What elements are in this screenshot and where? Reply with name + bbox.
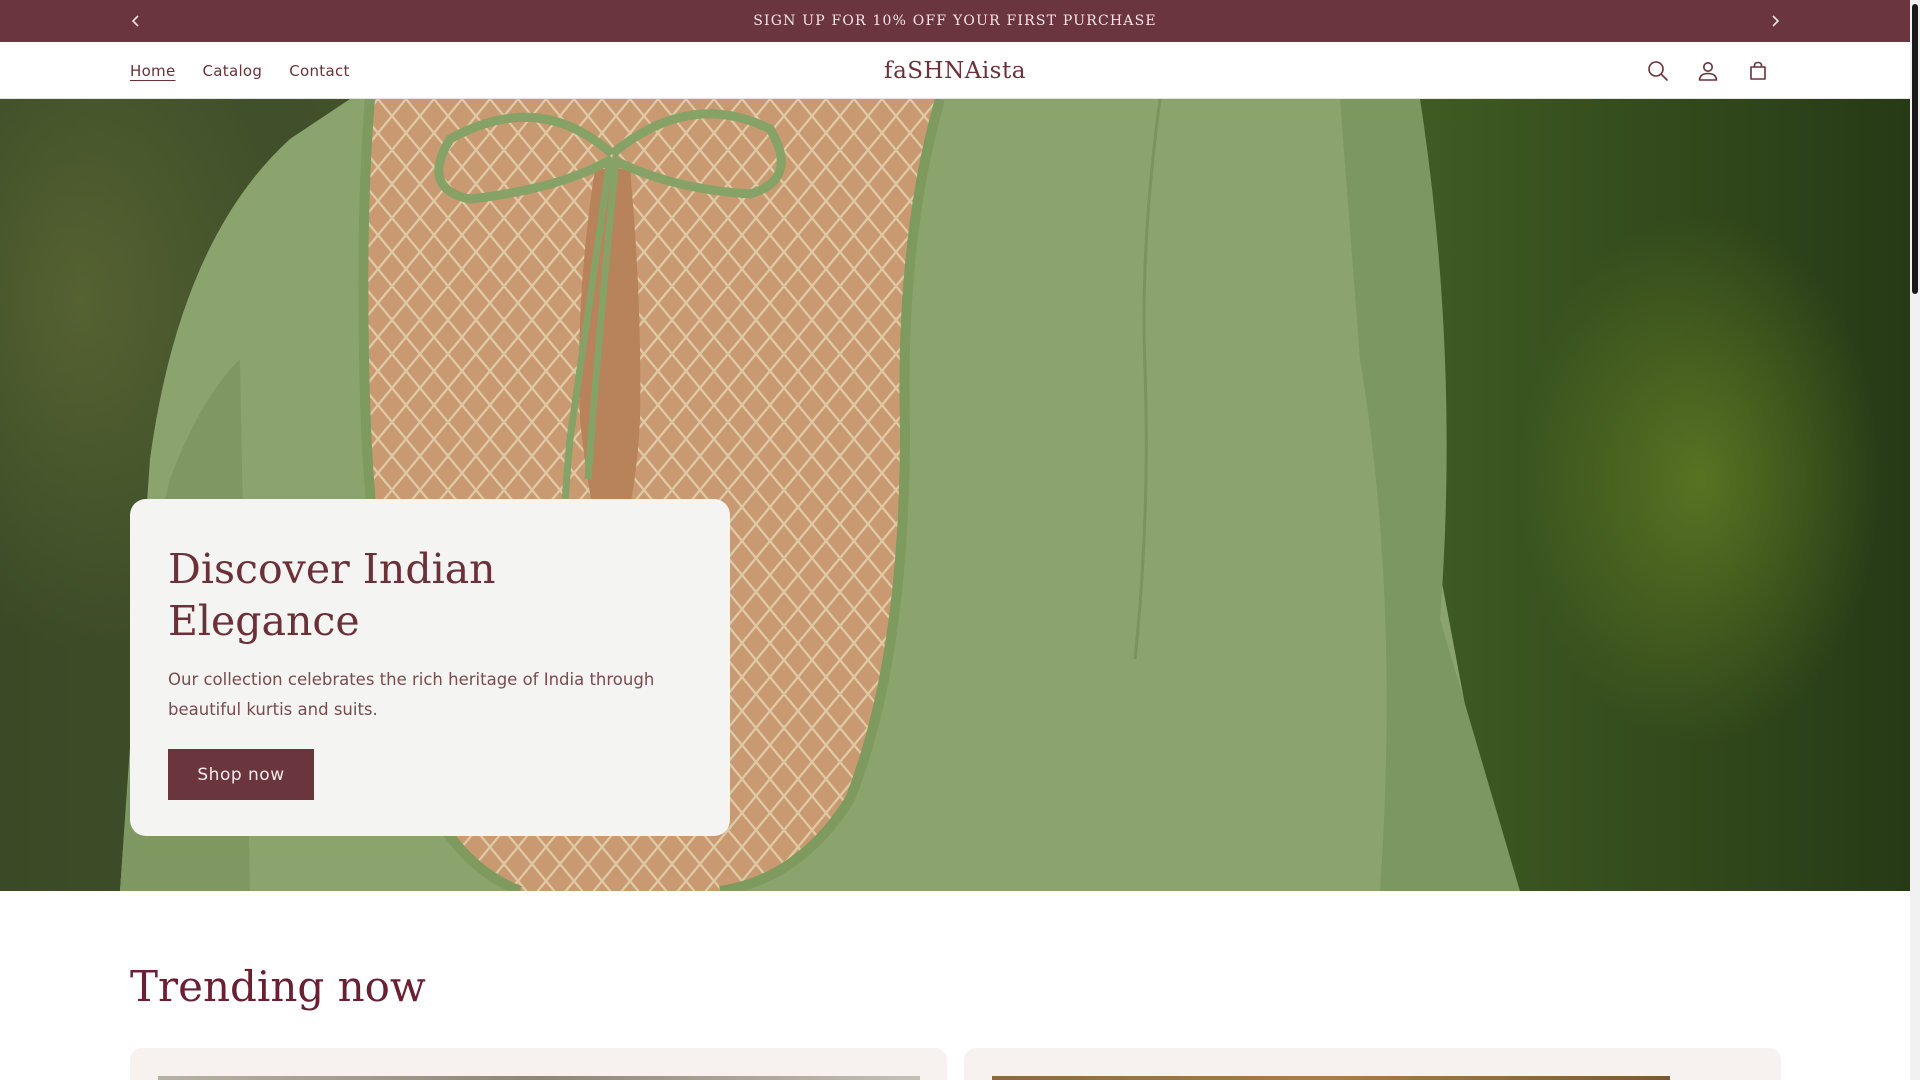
trending-heading: Trending now bbox=[130, 962, 426, 1011]
product-image[interactable] bbox=[992, 1076, 1670, 1080]
product-card[interactable] bbox=[964, 1048, 1781, 1080]
main-nav: Home Catalog Contact bbox=[130, 42, 350, 99]
account-button[interactable] bbox=[1693, 56, 1723, 86]
shop-now-button[interactable]: Shop now bbox=[168, 749, 314, 800]
account-icon bbox=[1698, 61, 1718, 81]
product-image[interactable] bbox=[158, 1076, 920, 1080]
search-button[interactable] bbox=[1643, 56, 1673, 86]
site-header: Home Catalog Contact faSHNAista bbox=[0, 42, 1910, 99]
chevron-left-icon bbox=[131, 15, 139, 27]
nav-catalog-link[interactable]: Catalog bbox=[203, 62, 263, 80]
product-card[interactable] bbox=[130, 1048, 947, 1080]
announcement-bar: SIGN UP FOR 10% OFF YOUR FIRST PURCHASE bbox=[0, 0, 1910, 42]
hero-title: Discover Indian Elegance bbox=[168, 545, 496, 645]
chevron-right-icon bbox=[1772, 15, 1780, 27]
announcement-prev-button[interactable] bbox=[126, 11, 146, 31]
search-icon bbox=[1648, 60, 1668, 81]
nav-contact-link[interactable]: Contact bbox=[289, 62, 349, 80]
header-icons bbox=[1643, 42, 1773, 99]
hero-text-card: Discover Indian Elegance Our collection … bbox=[130, 499, 730, 836]
hero-description: Our collection celebrates the rich herit… bbox=[168, 670, 655, 719]
scrollbar-thumb[interactable] bbox=[1912, 4, 1918, 294]
nav-home-link[interactable]: Home bbox=[130, 62, 176, 80]
announcement-text[interactable]: SIGN UP FOR 10% OFF YOUR FIRST PURCHASE bbox=[753, 13, 1157, 29]
cart-icon bbox=[1750, 61, 1766, 80]
hero-banner: Discover Indian Elegance Our collection … bbox=[0, 99, 1910, 891]
announcement-next-button[interactable] bbox=[1765, 11, 1785, 31]
cart-button[interactable] bbox=[1743, 56, 1773, 86]
site-logo[interactable]: faSHNAista bbox=[884, 42, 1026, 99]
page-scrollbar[interactable] bbox=[1910, 0, 1920, 1080]
